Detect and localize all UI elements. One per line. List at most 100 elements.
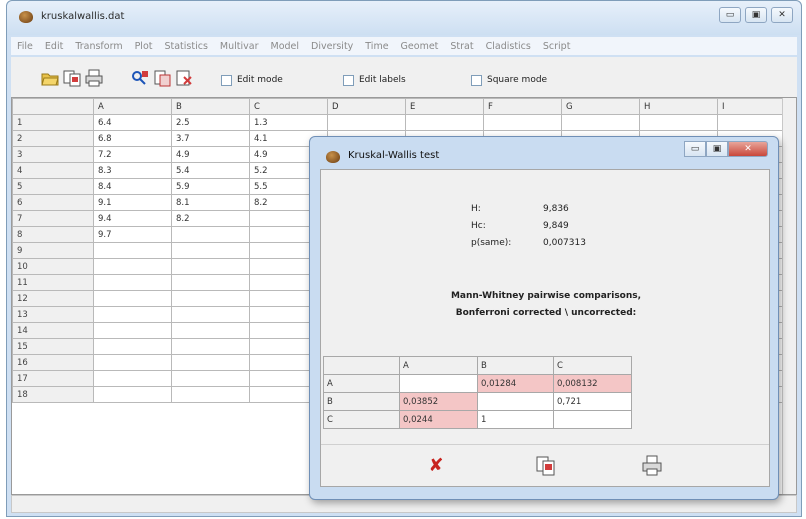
grid-cell[interactable] <box>93 354 172 371</box>
row-header[interactable]: 13 <box>12 306 94 323</box>
vertical-scrollbar[interactable] <box>782 98 796 494</box>
grid-cell[interactable] <box>171 290 250 307</box>
row-header[interactable]: 4 <box>12 162 94 179</box>
grid-cell[interactable] <box>171 338 250 355</box>
paste-icon[interactable] <box>153 69 171 87</box>
grid-cell[interactable]: 9.7 <box>93 226 172 243</box>
mw-cell[interactable]: 0,008132 <box>553 374 632 393</box>
row-header[interactable]: 1 <box>12 114 94 131</box>
mw-cell[interactable] <box>399 374 478 393</box>
row-header[interactable]: 16 <box>12 354 94 371</box>
grid-cell[interactable] <box>171 306 250 323</box>
menu-strat[interactable]: Strat <box>450 41 473 52</box>
column-header[interactable]: I <box>717 98 784 115</box>
grid-cell[interactable] <box>171 386 250 403</box>
row-header[interactable]: 2 <box>12 130 94 147</box>
print-icon[interactable] <box>85 69 103 87</box>
menu-statistics[interactable]: Statistics <box>164 41 207 52</box>
mw-cell[interactable]: 0,03852 <box>399 392 478 411</box>
menu-script[interactable]: Script <box>543 41 571 52</box>
row-header[interactable]: 18 <box>12 386 94 403</box>
dialog-minimize-button[interactable]: ▭ <box>684 141 706 157</box>
open-folder-icon[interactable] <box>41 69 59 87</box>
menu-diversity[interactable]: Diversity <box>311 41 353 52</box>
grid-cell[interactable]: 5.4 <box>171 162 250 179</box>
row-header[interactable]: 14 <box>12 322 94 339</box>
dialog-close-button[interactable]: ✕ <box>728 141 768 157</box>
grid-cell[interactable] <box>327 114 406 131</box>
grid-cell[interactable] <box>171 322 250 339</box>
mw-cell[interactable] <box>477 392 554 411</box>
row-header[interactable]: 5 <box>12 178 94 195</box>
menu-multivar[interactable]: Multivar <box>220 41 259 52</box>
grid-cell[interactable]: 2.5 <box>171 114 250 131</box>
grid-cell[interactable] <box>405 114 484 131</box>
grid-cell[interactable]: 5.9 <box>171 178 250 195</box>
grid-cell[interactable] <box>717 114 784 131</box>
grid-cell[interactable] <box>93 306 172 323</box>
grid-cell[interactable] <box>93 370 172 387</box>
mw-cell[interactable]: 0,721 <box>553 392 632 411</box>
mw-cell[interactable]: 1 <box>477 410 554 429</box>
column-header[interactable]: E <box>405 98 484 115</box>
square-mode-checkbox[interactable] <box>471 75 482 86</box>
print-icon[interactable] <box>641 455 663 477</box>
menu-plot[interactable]: Plot <box>135 41 153 52</box>
grid-cell[interactable] <box>93 258 172 275</box>
row-header[interactable]: 7 <box>12 210 94 227</box>
row-header[interactable]: 10 <box>12 258 94 275</box>
grid-cell[interactable]: 8.2 <box>171 210 250 227</box>
menu-model[interactable]: Model <box>271 41 300 52</box>
menu-cladistics[interactable]: Cladistics <box>486 41 531 52</box>
grid-cell[interactable] <box>93 386 172 403</box>
replace-icon[interactable] <box>131 69 149 87</box>
close-button[interactable]: ✕ <box>771 7 793 23</box>
column-header[interactable]: A <box>93 98 172 115</box>
column-header[interactable]: D <box>327 98 406 115</box>
row-header[interactable]: 17 <box>12 370 94 387</box>
grid-cell[interactable] <box>171 274 250 291</box>
row-header[interactable]: 3 <box>12 146 94 163</box>
grid-cell[interactable]: 6.8 <box>93 130 172 147</box>
edit-mode-checkbox[interactable] <box>221 75 232 86</box>
column-header[interactable]: G <box>561 98 640 115</box>
menu-geomet[interactable]: Geomet <box>401 41 439 52</box>
grid-cell[interactable] <box>483 114 562 131</box>
grid-cell[interactable] <box>171 354 250 371</box>
grid-cell[interactable]: 4.9 <box>171 146 250 163</box>
grid-cell[interactable] <box>171 370 250 387</box>
row-header[interactable]: 12 <box>12 290 94 307</box>
grid-cell[interactable] <box>561 114 640 131</box>
column-header[interactable]: B <box>171 98 250 115</box>
grid-cell[interactable] <box>171 226 250 243</box>
mw-cell[interactable]: 0,01284 <box>477 374 554 393</box>
menu-time[interactable]: Time <box>365 41 388 52</box>
maximize-button[interactable]: ▣ <box>745 7 767 23</box>
close-x-icon[interactable]: ✘ <box>425 455 447 477</box>
grid-cell[interactable] <box>93 274 172 291</box>
grid-cell[interactable] <box>93 338 172 355</box>
row-header[interactable]: 9 <box>12 242 94 259</box>
grid-cell[interactable]: 6.4 <box>93 114 172 131</box>
copy-icon[interactable] <box>535 455 557 477</box>
row-header[interactable]: 8 <box>12 226 94 243</box>
grid-cell[interactable]: 8.1 <box>171 194 250 211</box>
grid-cell[interactable] <box>171 242 250 259</box>
menu-file[interactable]: File <box>17 41 33 52</box>
grid-cell[interactable]: 8.4 <box>93 178 172 195</box>
grid-cell[interactable]: 8.3 <box>93 162 172 179</box>
delete-cells-icon[interactable] <box>175 69 193 87</box>
grid-cell[interactable]: 9.4 <box>93 210 172 227</box>
row-header[interactable]: 15 <box>12 338 94 355</box>
menu-transform[interactable]: Transform <box>75 41 122 52</box>
menu-edit[interactable]: Edit <box>45 41 63 52</box>
grid-cell[interactable] <box>93 322 172 339</box>
grid-cell[interactable] <box>639 114 718 131</box>
column-header[interactable]: F <box>483 98 562 115</box>
copy-icon[interactable] <box>63 69 81 87</box>
grid-cell[interactable] <box>93 290 172 307</box>
grid-cell[interactable] <box>93 242 172 259</box>
row-header[interactable]: 6 <box>12 194 94 211</box>
minimize-button[interactable]: ▭ <box>719 7 741 23</box>
dialog-maximize-button[interactable]: ▣ <box>706 141 728 157</box>
